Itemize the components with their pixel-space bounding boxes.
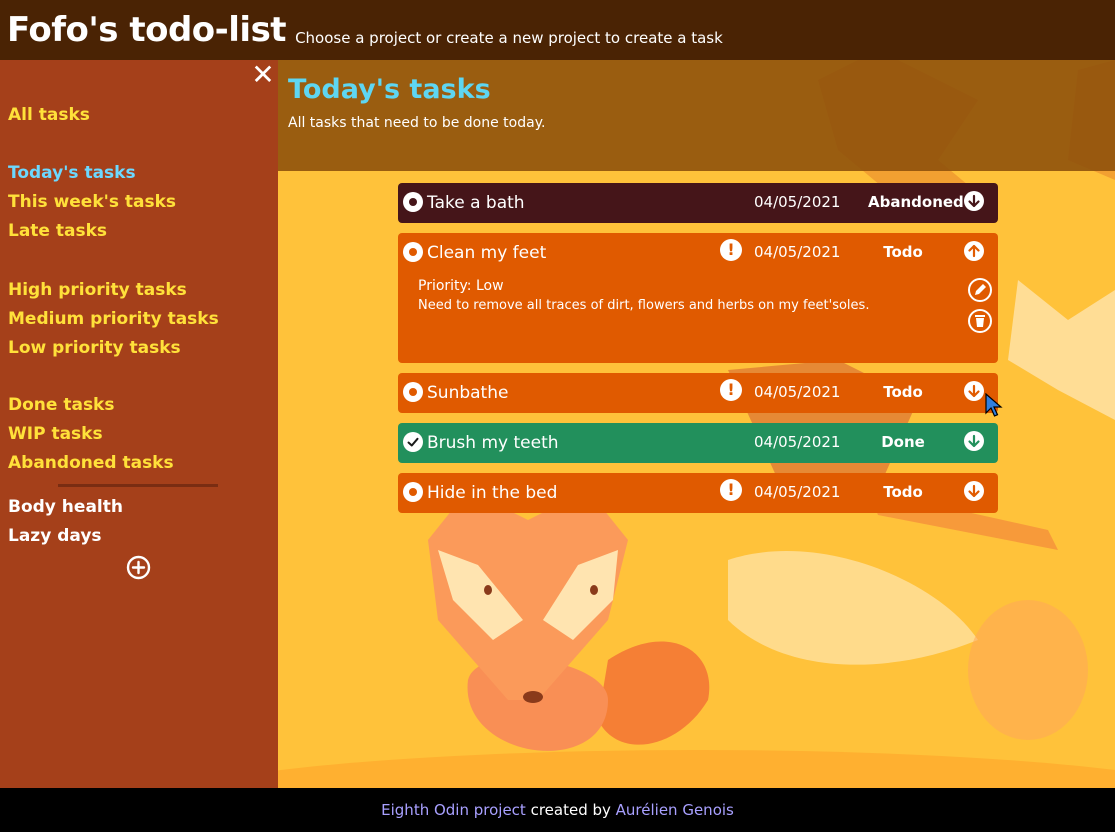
task-name: Brush my teeth [427, 433, 559, 453]
sidebar-group-all: All tasks [8, 101, 90, 130]
edit-pencil-icon[interactable] [967, 277, 993, 303]
page-banner: Today's tasks All tasks that need to be … [278, 60, 1115, 171]
task-description: Need to remove all traces of dirt, flowe… [418, 298, 870, 313]
priority-alert-icon: ! [720, 479, 742, 501]
sidebar-item-wip-tasks[interactable]: WIP tasks [8, 420, 174, 449]
task-status: Abandoned [868, 193, 964, 211]
status-dot-icon[interactable] [403, 242, 423, 262]
sidebar-item-project-lazy-days[interactable]: Lazy days [8, 522, 123, 551]
task-date: 04/05/2021 [754, 243, 841, 261]
task-card: Hide in the bed ! 04/05/2021 Todo [398, 473, 998, 513]
arrow-down-icon[interactable] [964, 481, 984, 501]
task-date: 04/05/2021 [754, 193, 841, 211]
task-header: Hide in the bed ! 04/05/2021 Todo [398, 473, 998, 513]
arrow-down-icon[interactable] [964, 191, 984, 211]
page-description: All tasks that need to be done today. [288, 115, 546, 131]
app-title: Fofo's todo-list [7, 10, 287, 50]
sidebar-item-done-tasks[interactable]: Done tasks [8, 391, 174, 420]
sidebar-item-late-tasks[interactable]: Late tasks [8, 217, 176, 246]
task-details: Priority: Low Need to remove all traces … [398, 273, 998, 361]
check-circle-icon[interactable] [403, 432, 423, 452]
footer-text: created by [525, 801, 616, 819]
sidebar-item-project-body-health[interactable]: Body health [8, 493, 123, 522]
status-dot-icon[interactable] [403, 382, 423, 402]
sidebar-item-abandoned-tasks[interactable]: Abandoned tasks [8, 449, 174, 478]
sidebar-divider [58, 484, 218, 487]
task-date: 04/05/2021 [754, 433, 841, 451]
sidebar-projects: Body health Lazy days [8, 493, 123, 551]
page-title: Today's tasks [288, 74, 491, 105]
task-priority: Priority: Low [418, 278, 504, 294]
arrow-down-icon[interactable] [964, 431, 984, 451]
footer-project-link[interactable]: Eighth Odin project [381, 801, 526, 819]
sidebar-item-todays-tasks[interactable]: Today's tasks [8, 159, 176, 188]
task-status: Todo [883, 243, 923, 261]
priority-alert-icon: ! [720, 239, 742, 261]
status-dot-icon[interactable] [403, 192, 423, 212]
task-name: Take a bath [427, 193, 525, 213]
task-card: Sunbathe ! 04/05/2021 Todo [398, 373, 998, 413]
task-header: Take a bath 04/05/2021 Abandoned [398, 183, 998, 223]
sidebar-item-this-weeks-tasks[interactable]: This week's tasks [8, 188, 176, 217]
sidebar-item-high-priority[interactable]: High priority tasks [8, 276, 219, 305]
footer: Eighth Odin project created by Aurélien … [0, 788, 1115, 832]
app-header: Fofo's todo-list Choose a project or cre… [0, 0, 1115, 60]
task-header: Clean my feet ! 04/05/2021 Todo [398, 233, 998, 273]
task-name: Clean my feet [427, 243, 547, 263]
sidebar-item-all-tasks[interactable]: All tasks [8, 101, 90, 130]
app-subtitle: Choose a project or create a new project… [295, 29, 723, 47]
sidebar: ✕ All tasks Today's tasks This week's ta… [0, 60, 278, 788]
mouse-cursor-icon [985, 393, 1003, 417]
task-date: 04/05/2021 [754, 383, 841, 401]
status-dot-icon[interactable] [403, 482, 423, 502]
task-header: Brush my teeth 04/05/2021 Done [398, 423, 998, 463]
task-status: Done [881, 433, 925, 451]
task-name: Hide in the bed [427, 483, 558, 503]
footer-author-link[interactable]: Aurélien Genois [616, 801, 734, 819]
sidebar-item-medium-priority[interactable]: Medium priority tasks [8, 305, 219, 334]
task-card: Clean my feet ! 04/05/2021 Todo Priority… [398, 233, 998, 363]
task-status: Todo [883, 383, 923, 401]
close-icon[interactable]: ✕ [250, 61, 276, 89]
task-status: Todo [883, 483, 923, 501]
arrow-down-icon[interactable] [964, 381, 984, 401]
main-content: Today's tasks All tasks that need to be … [278, 60, 1115, 788]
task-name: Sunbathe [427, 383, 509, 403]
sidebar-group-dates: Today's tasks This week's tasks Late tas… [8, 159, 176, 246]
task-card: Brush my teeth 04/05/2021 Done [398, 423, 998, 463]
sidebar-group-priority: High priority tasks Medium priority task… [8, 276, 219, 363]
priority-alert-icon: ! [720, 379, 742, 401]
sidebar-group-status: Done tasks WIP tasks Abandoned tasks [8, 391, 174, 478]
trash-icon[interactable] [967, 308, 993, 334]
task-date: 04/05/2021 [754, 483, 841, 501]
task-card: Take a bath 04/05/2021 Abandoned [398, 183, 998, 223]
add-circle-icon[interactable] [126, 555, 151, 580]
task-header: Sunbathe ! 04/05/2021 Todo [398, 373, 998, 413]
arrow-up-icon[interactable] [964, 241, 984, 261]
sidebar-item-low-priority[interactable]: Low priority tasks [8, 334, 219, 363]
